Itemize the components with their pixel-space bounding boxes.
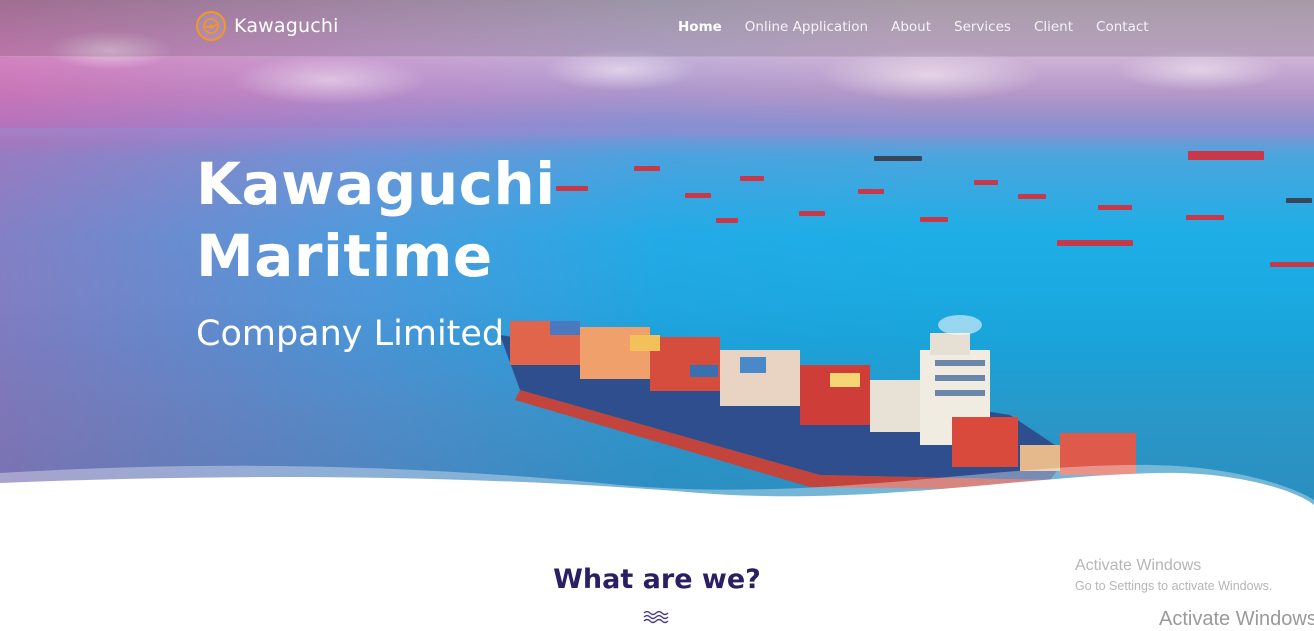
nav-item-about[interactable]: About (891, 19, 931, 35)
distant-ship (1186, 215, 1224, 220)
brand-logo[interactable]: Kawaguchi (196, 11, 339, 41)
hero-banner: Kawaguchi Maritime Company Limited (0, 0, 1314, 520)
distant-ship (858, 189, 884, 194)
activate-windows-subtitle: Go to Settings to activate Windows. (1075, 579, 1273, 593)
activate-windows-title: Activate Windows (1075, 557, 1202, 574)
hero-wave (0, 464, 1314, 520)
horizon (0, 128, 1314, 142)
main-menu: Home Online Application About Services C… (678, 19, 1149, 35)
nav-item-online-application[interactable]: Online Application (745, 19, 868, 35)
distant-ship (1018, 194, 1046, 199)
distant-ship (556, 186, 588, 191)
distant-ship (1098, 205, 1132, 210)
ship-wheel-emblem-icon (196, 11, 226, 41)
distant-ship (634, 166, 660, 171)
distant-ship (1286, 198, 1312, 203)
distant-ship (1270, 262, 1314, 267)
distant-ship (1188, 151, 1264, 160)
distant-ship (874, 156, 922, 161)
hero-title-line1: Kawaguchi (196, 150, 556, 218)
wave-divider-icon (643, 610, 669, 624)
distant-ship (1057, 240, 1133, 246)
distant-ship (974, 180, 998, 185)
distant-ship (716, 218, 738, 223)
nav-item-services[interactable]: Services (954, 19, 1011, 35)
activate-windows-title-repeat: Activate Windows (1159, 608, 1314, 630)
nav-item-home[interactable]: Home (678, 19, 722, 35)
distant-ship (799, 211, 825, 216)
brand-name: Kawaguchi (234, 15, 339, 37)
distant-ship (920, 217, 948, 222)
top-navbar: Kawaguchi Home Online Application About … (0, 0, 1314, 57)
nav-item-contact[interactable]: Contact (1096, 19, 1149, 35)
hero-title: Kawaguchi Maritime (196, 148, 556, 292)
hero-subtitle: Company Limited (196, 314, 505, 354)
hero-title-line2: Maritime (196, 222, 493, 290)
distant-ship (685, 193, 711, 198)
nav-item-client[interactable]: Client (1034, 19, 1073, 35)
distant-ship (740, 176, 764, 181)
